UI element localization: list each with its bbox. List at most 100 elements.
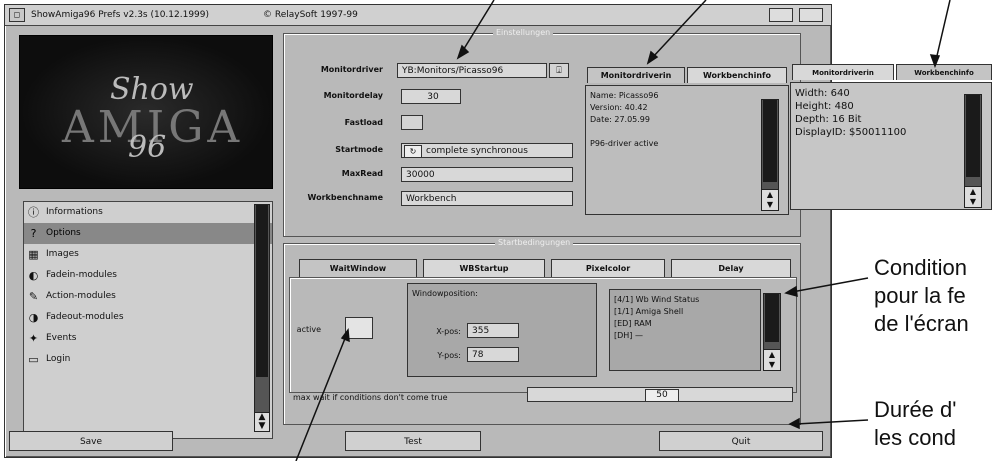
logo-text-96: 96 <box>128 130 167 165</box>
info-line: DisplayID: $50011100 <box>795 127 907 138</box>
save-button[interactable]: Save <box>9 431 173 451</box>
window-list-item[interactable]: [1/1] Amiga Shell <box>614 306 756 318</box>
download-arrow-icon: ⍗ <box>556 66 562 76</box>
window-list[interactable]: [4/1] Wb Wind Status [1/1] Amiga Shell [… <box>609 289 761 371</box>
fastload-checkbox[interactable] <box>401 115 423 130</box>
tab-wbstartup[interactable]: WBStartup <box>423 259 545 277</box>
info-line: Height: 480 <box>795 101 854 112</box>
window-copyright: © RelaySoft 1997-99 <box>263 10 358 20</box>
scroll-arrows-icon[interactable]: ▲ ▼ <box>255 412 269 431</box>
scroll-arrows-icon[interactable]: ▲ ▼ <box>762 189 778 210</box>
tab-monitordriverinfo-2[interactable]: Monitordriverin <box>792 64 894 80</box>
scrollbar-knob[interactable] <box>763 100 777 182</box>
window-list-item[interactable]: [ED] RAM <box>614 318 756 330</box>
annotation-duree-line1: Durée d' <box>874 397 957 422</box>
fadeout-icon: ◑ <box>28 311 39 324</box>
window-list-item[interactable]: [DH] — <box>614 330 756 342</box>
workbench-info-box: Width: 640 Height: 480 Depth: 16 Bit Dis… <box>790 82 992 210</box>
info-line: Depth: 16 Bit <box>795 114 862 125</box>
menu-item-action-modules[interactable]: ✎ Action-modules <box>24 286 272 307</box>
monitordriver-field[interactable]: YB:Monitors/Picasso96 <box>397 63 547 78</box>
menu-item-label: Fadeout-modules <box>46 312 124 322</box>
menu-item-label: Login <box>46 354 71 364</box>
showamiga-logo: Show AMIGA 96 <box>19 35 273 189</box>
options-icon: ? <box>30 227 37 240</box>
maxwait-label: max wait if conditions don't come true <box>293 393 448 402</box>
monitordriver-label: Monitordriver <box>320 65 383 74</box>
active-checkbox[interactable] <box>345 317 373 339</box>
fastload-label: Fastload <box>344 118 383 127</box>
events-icon: ✦ <box>28 332 39 345</box>
menu-item-options[interactable]: ? Options <box>24 223 272 244</box>
menu-item-events[interactable]: ✦ Events <box>24 328 272 349</box>
workbenchname-label: Workbenchname <box>307 193 383 202</box>
quit-button[interactable]: Quit <box>659 431 823 451</box>
monitordelay-label: Monitordelay <box>323 91 383 100</box>
test-button[interactable]: Test <box>345 431 481 451</box>
depth-gadget[interactable] <box>799 8 823 22</box>
annotation-condition-line2: pour la fe <box>874 283 966 308</box>
maxwait-field[interactable]: 50 <box>527 387 793 402</box>
menu-item-fadeout-modules[interactable]: ◑ Fadeout-modules <box>24 307 272 328</box>
menu-item-login[interactable]: ▭ Login <box>24 349 272 370</box>
scroll-arrows-icon[interactable]: ▲ ▼ <box>764 349 780 370</box>
info-icon: ⓘ <box>28 206 39 219</box>
menu-item-informations[interactable]: ⓘ Informations <box>24 202 272 223</box>
info-line: Date: 27.05.99 <box>590 115 650 124</box>
xpos-field[interactable]: 355 <box>467 323 519 338</box>
menu-item-label: Fadein-modules <box>46 270 117 280</box>
tab-workbenchinfo-2[interactable]: Workbenchinfo <box>896 64 992 80</box>
maxread-field[interactable]: 30000 <box>401 167 573 182</box>
conditions-group-title: Startbedingungen <box>495 238 574 247</box>
tab-waitwindow[interactable]: WaitWindow <box>299 259 417 277</box>
file-requester-button[interactable]: ⍗ <box>549 63 569 78</box>
scrollbar-knob[interactable] <box>765 294 779 342</box>
scrollbar-knob[interactable] <box>256 205 268 377</box>
close-gadget[interactable]: ◻ <box>9 8 25 22</box>
startmode-cycle[interactable]: ↻ complete synchronous <box>401 143 573 158</box>
scroll-arrows-icon[interactable]: ▲ ▼ <box>965 186 981 207</box>
info-line: Version: 40.42 <box>590 103 648 112</box>
prefs-window: ◻ ShowAmiga96 Prefs v2.3s (10.12.1999) ©… <box>4 4 832 458</box>
tab-workbenchinfo[interactable]: Workbenchinfo <box>687 67 787 83</box>
info-line: Width: 640 <box>795 88 850 99</box>
ypos-field[interactable]: 78 <box>467 347 519 362</box>
driver-info-box: Name: Picasso96 Version: 40.42 Date: 27.… <box>585 85 789 215</box>
tab-delay[interactable]: Delay <box>671 259 791 277</box>
workbenchname-field[interactable]: Workbench <box>401 191 573 206</box>
menu-item-label: Informations <box>46 207 103 217</box>
startmode-label: Startmode <box>335 145 383 154</box>
startmode-value: complete synchronous <box>426 146 528 156</box>
menu-item-label: Images <box>46 249 79 259</box>
tab-pixelcolor[interactable]: Pixelcolor <box>551 259 665 277</box>
settings-group-title: Einstellungen <box>493 28 554 37</box>
menu-item-label: Options <box>46 228 81 238</box>
images-icon: ▦ <box>28 248 39 261</box>
scrollbar-knob[interactable] <box>966 95 980 177</box>
tab-monitordriverinfo[interactable]: Monitordriverin <box>587 67 685 83</box>
title-bar[interactable]: ◻ ShowAmiga96 Prefs v2.3s (10.12.1999) ©… <box>5 5 831 26</box>
action-icon: ✎ <box>28 290 39 303</box>
login-icon: ▭ <box>28 353 39 366</box>
annotation-condition-line3: de l'écran <box>874 311 969 336</box>
ypos-label: Y-pos: <box>437 351 461 360</box>
window-title: ShowAmiga96 Prefs v2.3s (10.12.1999) <box>31 10 210 20</box>
menu-item-images[interactable]: ▦ Images <box>24 244 272 265</box>
annotation-duree-line2: les cond <box>874 425 956 450</box>
menu-scrollbar[interactable]: ▲ ▼ <box>254 204 270 432</box>
monitordelay-field[interactable]: 30 <box>401 89 461 104</box>
driver-info-scrollbar[interactable]: ▲ ▼ <box>761 99 779 211</box>
workbench-info-scrollbar[interactable]: ▲ ▼ <box>964 94 982 208</box>
info-line: P96-driver active <box>590 139 659 148</box>
window-list-scrollbar[interactable]: ▲ ▼ <box>763 293 781 371</box>
window-list-item[interactable]: [4/1] Wb Wind Status <box>614 294 756 306</box>
menu-item-label: Events <box>46 333 77 343</box>
fadein-icon: ◐ <box>28 269 39 282</box>
window-position-label: Windowposition: <box>412 289 478 298</box>
cycle-icon: ↻ <box>404 145 422 157</box>
zoom-gadget[interactable] <box>769 8 793 22</box>
info-line: Name: Picasso96 <box>590 91 659 100</box>
menu-item-fadein-modules[interactable]: ◐ Fadein-modules <box>24 265 272 286</box>
maxread-label: MaxRead <box>341 169 383 178</box>
